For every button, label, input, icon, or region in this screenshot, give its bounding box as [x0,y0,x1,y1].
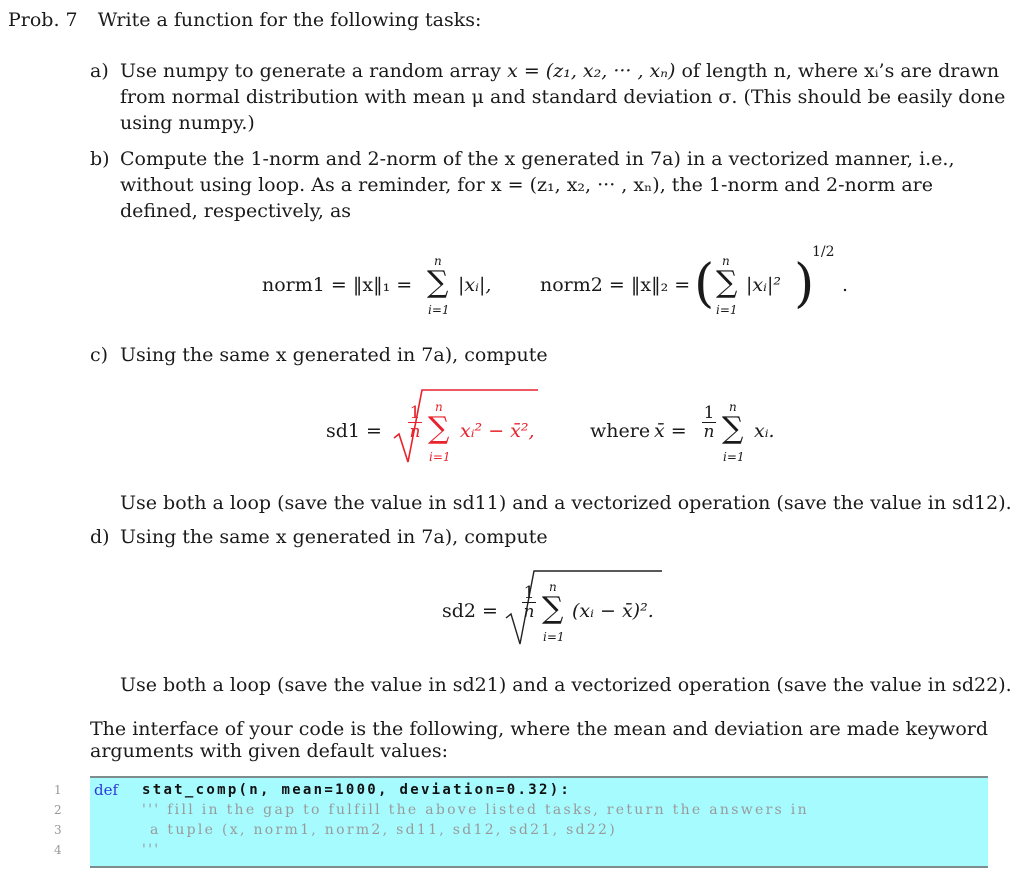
part-b-line-2: without using loop. As a reminder, for x… [120,174,934,196]
part-b-line-3: defined, respectively, as [120,200,352,222]
array-definition-math: x = (z₁, x₂, ··· , xₙ) [507,60,676,82]
sd1-body: xᵢ² − x̄², [460,420,535,442]
sd1-fraction: 1n [408,403,422,442]
sum-upper-limit: n [435,400,443,414]
part-a-text-cont: of length n, where xᵢ’s are drawn [681,60,1000,82]
interface-line-1: The interface of your code is the follow… [90,718,989,740]
norm2-lhs: norm2 = ‖x‖₂ = [540,274,691,296]
part-a-line-2: from normal distribution with mean μ and… [120,86,1006,108]
sd1-lhs: sd1 = [326,420,382,442]
sum-symbol: ∑ [722,411,744,446]
part-c-line-1: Using the same x generated in 7a), compu… [120,344,548,366]
function-signature: stat_comp(n, mean=1000, deviation=0.32): [142,782,572,798]
norm2-exponent: 1/2 [812,244,835,260]
part-a-marker: a) [90,60,109,82]
period: . [842,274,849,296]
sd2-fraction: 1n [522,583,536,622]
sum-symbol: ∑ [427,265,449,300]
part-c-note: Use both a loop (save the value in sd11)… [120,492,1012,514]
docstring-close: ''' [142,842,161,858]
xbar-fraction: 1n [702,403,716,442]
part-a-text: Use numpy to generate a random array [120,60,502,82]
code-line-2: 2 ''' fill in the gap to fulfill the abo… [54,800,988,820]
part-d-note: Use both a loop (save the value in sd21)… [120,674,1012,696]
keyword-def: def [94,781,119,799]
xbar-lhs: x̄ = [654,420,687,442]
code-line-4: 4 ''' [54,840,988,860]
sum-lower-limit: i=1 [428,303,450,317]
left-paren: ( [694,254,715,314]
sum-lower-limit: i=1 [723,450,745,464]
code-line-1: 1 def stat_comp(n, mean=1000, deviation=… [54,780,988,800]
part-a-line-1: Use numpy to generate a random array x =… [120,60,999,82]
part-a-line-3: using numpy.) [120,112,255,134]
sum-lower-limit: i=1 [429,450,451,464]
interface-line-2: arguments with given default values: [90,740,449,762]
part-d-line-1: Using the same x generated in 7a), compu… [120,526,548,548]
part-b-marker: b) [90,148,110,170]
part-b-line-1: Compute the 1-norm and 2-norm of the x g… [120,148,955,170]
line-number: 1 [54,783,64,797]
part-d-marker: d) [90,526,110,548]
code-line-3: 3 a tuple (x, norm1, norm2, sd11, sd12, … [54,820,988,840]
norm1-lhs: norm1 = ‖x‖₁ = [262,274,413,296]
part-c-marker: c) [90,344,109,366]
where-label: where [590,420,651,442]
sum-symbol: ∑ [542,591,564,626]
sum-symbol: ∑ [716,265,738,300]
sum-upper-limit: n [549,580,557,594]
line-number: 2 [54,803,64,817]
code-listing: 1 def stat_comp(n, mean=1000, deviation=… [54,776,988,868]
sum-symbol: ∑ [428,411,450,446]
problem-label: Prob. 7 [8,9,78,31]
sum-upper-limit: n [729,400,737,414]
sum-upper-limit: n [434,254,442,268]
norm1-rhs: |xᵢ|, [458,274,492,296]
line-number: 4 [54,843,64,857]
line-number: 3 [54,823,64,837]
sd2-body: (xᵢ − x̄)². [572,600,654,622]
docstring-text: a tuple (x, norm1, norm2, sd11, sd12, sd… [150,822,618,838]
docstring-text: ''' fill in the gap to fulfill the above… [142,802,809,818]
problem-header: Prob. 7 Write a function for the followi… [8,9,481,31]
xbar-body: xᵢ. [754,420,775,442]
sum-lower-limit: i=1 [543,630,565,644]
problem-intro: Write a function for the following tasks… [97,9,482,31]
right-paren: ) [794,254,815,314]
sum-lower-limit: i=1 [716,303,738,317]
sd2-lhs: sd2 = [442,600,498,622]
norm2-body: |xᵢ|² [746,274,781,296]
sum-upper-limit: n [722,254,730,268]
